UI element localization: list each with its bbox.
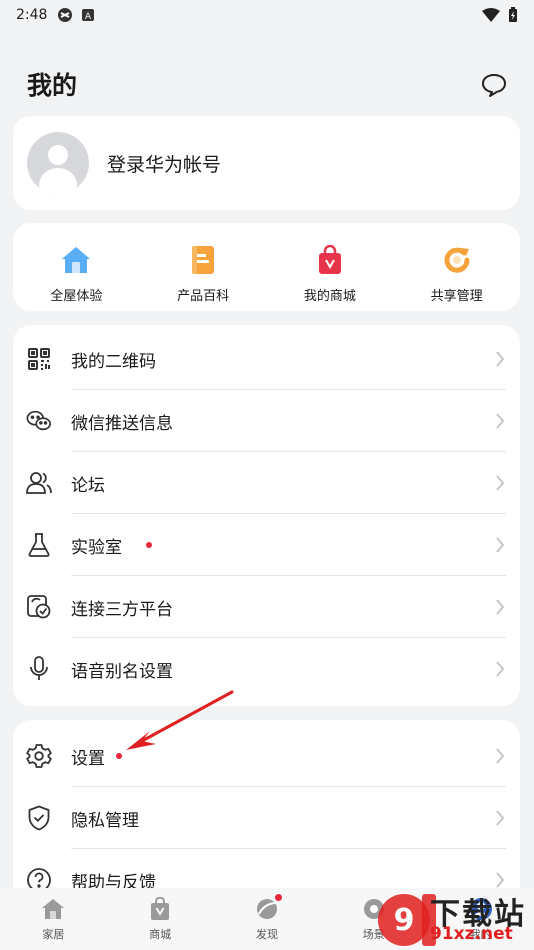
menu-item-qr-code[interactable]: 我的二维码: [13, 328, 520, 390]
quick-label: 全屋体验: [50, 289, 103, 304]
battery-icon: [509, 7, 517, 22]
tab-mall[interactable]: 商城: [107, 888, 214, 950]
chevron-right-icon: [496, 810, 505, 826]
quick-label: 我的商城: [303, 289, 356, 304]
new-badge-dot: [146, 542, 152, 548]
quick-actions: 全屋体验 产品百科 我的商城 共享管理: [13, 223, 520, 311]
menu-label: 实验室: [71, 537, 122, 558]
tab-label: 商城: [149, 928, 172, 941]
menu-item-forum[interactable]: 论坛: [13, 452, 520, 514]
wechat-icon: [26, 410, 51, 431]
qr-code-icon: [28, 348, 50, 370]
quick-label: 共享管理: [430, 289, 483, 304]
shield-check-icon: [28, 805, 50, 831]
chevron-right-icon: [496, 537, 505, 553]
menu-item-privacy[interactable]: 隐私管理: [13, 787, 520, 849]
app-status-icon: [58, 8, 73, 22]
discover-badge-dot: [274, 894, 282, 901]
tab-discover[interactable]: 发现: [214, 888, 321, 950]
tab-label: 发现: [255, 928, 278, 941]
svg-text:A: A: [85, 12, 92, 22]
mall-tab-icon: [151, 897, 170, 920]
quick-item-share-management[interactable]: 共享管理: [393, 223, 520, 311]
menu-label: 设置: [71, 748, 105, 769]
home-tab-icon: [42, 899, 65, 919]
login-huawei-account: 登录华为帐号: [107, 153, 222, 176]
quick-item-product-encyclopedia[interactable]: 产品百科: [140, 223, 267, 311]
chat-bubble-icon: [482, 74, 506, 97]
quick-item-my-mall[interactable]: 我的商城: [267, 223, 394, 311]
discover-tab-icon: [256, 899, 277, 919]
svg-text:9: 9: [394, 903, 415, 938]
chevron-right-icon: [496, 748, 505, 764]
users-icon: [26, 472, 52, 494]
chevron-right-icon: [496, 661, 505, 677]
shopping-bag-icon: [318, 245, 341, 274]
book-icon: [192, 246, 215, 274]
menu-item-third-party[interactable]: 连接三方平台: [13, 576, 520, 638]
menu-card-main: 我的二维码 微信推送信息 论坛 实验室 连接三方平台 语音别名设置: [13, 325, 520, 706]
menu-label: 我的二维码: [71, 351, 156, 372]
quick-label: 产品百科: [177, 289, 230, 304]
avatar: [27, 132, 89, 194]
menu-item-settings[interactable]: 设置: [13, 725, 520, 787]
menu-item-voice-alias[interactable]: 语音别名设置: [13, 638, 520, 700]
menu-label: 隐私管理: [71, 810, 139, 831]
share-refresh-icon: [444, 247, 470, 273]
menu-item-lab[interactable]: 实验室: [13, 514, 520, 576]
tab-label: 家居: [42, 928, 65, 941]
watermark-url: 91xz.net: [430, 924, 513, 944]
house-icon: [62, 247, 91, 273]
microphone-icon: [30, 656, 48, 680]
status-bar: 2:48 A: [0, 0, 534, 30]
menu-item-wechat-push[interactable]: 微信推送信息: [13, 390, 520, 452]
chevron-right-icon: [496, 413, 505, 429]
tab-home[interactable]: 家居: [0, 888, 107, 950]
menu-label: 论坛: [71, 475, 105, 496]
quick-item-whole-house[interactable]: 全屋体验: [13, 223, 140, 311]
flask-icon: [28, 533, 50, 557]
new-badge-dot: [116, 753, 122, 759]
notification-status-icon: A: [82, 9, 95, 22]
messages-button[interactable]: [478, 70, 510, 100]
wifi-icon: [482, 8, 500, 22]
chevron-right-icon: [496, 351, 505, 367]
menu-label: 连接三方平台: [71, 599, 173, 620]
status-time: 2:48: [16, 7, 48, 23]
gear-icon: [26, 744, 52, 768]
chevron-right-icon: [496, 475, 505, 491]
menu-label: 微信推送信息: [71, 413, 173, 434]
page-title: 我的: [27, 71, 78, 100]
profile-card[interactable]: 登录华为帐号: [13, 116, 520, 210]
chevron-right-icon: [496, 599, 505, 615]
platform-link-icon: [27, 595, 51, 619]
menu-label: 语音别名设置: [71, 661, 173, 682]
